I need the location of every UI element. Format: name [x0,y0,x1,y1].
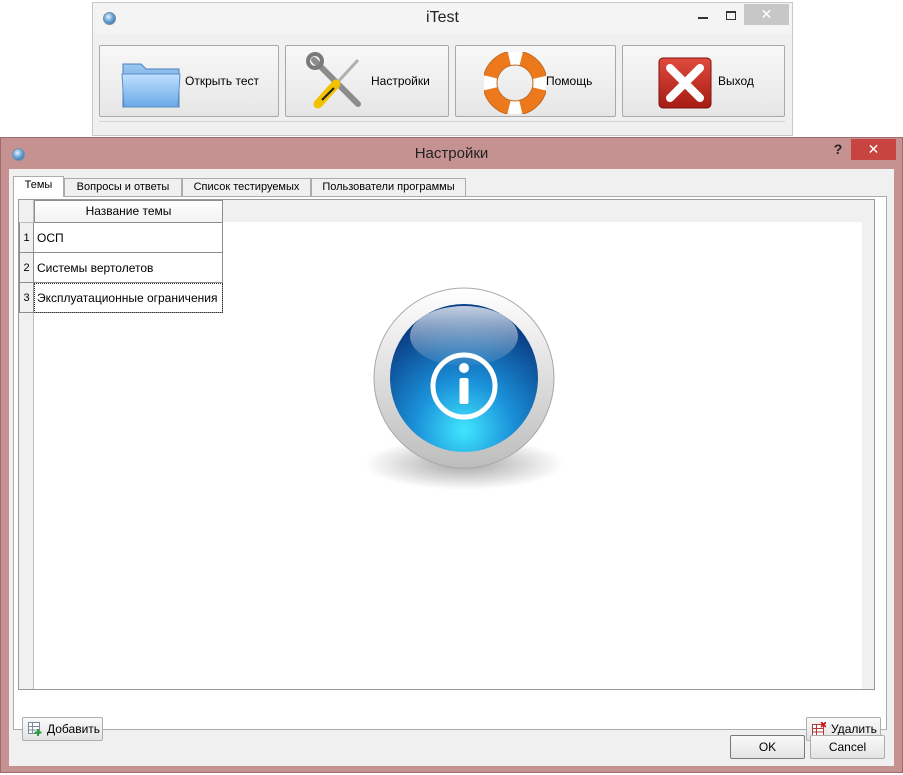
exit-x-icon [658,57,712,109]
open-test-label: Открыть тест [185,74,259,88]
table-row[interactable]: 3 Эксплуатационные ограничения [19,283,223,313]
row-number[interactable]: 3 [19,283,34,313]
main-titlebar: iTest ✕ [93,3,792,33]
grid-right-strip [862,200,874,689]
topics-tab-panel: Название темы 1 ОСП 2 Системы вертолетов… [13,196,887,741]
help-label: Помощь [546,74,593,88]
table-row[interactable]: 1 ОСП [19,223,223,253]
exit-label: Выход [718,74,754,88]
dialog-close-button[interactable]: ✕ [851,139,896,160]
ok-button[interactable]: OK [730,735,805,759]
dialog-title: Настройки [414,145,489,162]
minimize-icon [698,16,708,19]
add-button[interactable]: Добавить [22,717,103,741]
tab-program-users[interactable]: Пользователи программы [311,178,466,196]
main-window: iTest ✕ Открыть тест Настройки Помощь Вы… [92,2,793,136]
help-button[interactable]: Помощь [455,45,616,117]
tab-topics[interactable]: Темы [13,176,64,197]
topics-grid[interactable]: Название темы 1 ОСП 2 Системы вертолетов… [18,199,875,690]
tab-questions-answers[interactable]: Вопросы и ответы [64,178,182,196]
topic-name-cell[interactable]: Эксплуатационные ограничения [34,283,223,313]
dialog-help-button[interactable]: ? [829,141,847,161]
maximize-button[interactable] [717,5,745,27]
folder-icon [121,63,181,108]
table-row[interactable]: 2 Системы вертолетов [19,253,223,283]
dialog-body: Темы Вопросы и ответы Список тестируемых… [9,169,894,766]
tab-examinees-list[interactable]: Список тестируемых [182,178,311,196]
row-number[interactable]: 2 [19,253,34,283]
settings-dialog: Настройки ? ✕ Темы Вопросы и ответы Спис… [0,137,903,773]
info-icon [351,286,577,506]
main-statusbar [99,121,785,131]
add-row-icon [28,722,42,736]
column-header-topic-name[interactable]: Название темы [34,200,223,223]
open-test-button[interactable]: Открыть тест [99,45,279,117]
add-button-label: Добавить [47,722,101,736]
exit-button[interactable]: Выход [622,45,785,117]
cancel-button[interactable]: Cancel [810,735,885,759]
settings-button[interactable]: Настройки [285,45,449,117]
settings-label: Настройки [371,74,430,88]
grid-corner [19,200,34,223]
row-number[interactable]: 1 [19,223,34,253]
delete-row-icon [812,722,826,736]
tools-icon [306,52,361,109]
main-close-button[interactable]: ✕ [744,4,789,25]
main-window-title: iTest [426,9,459,26]
topic-name-cell[interactable]: Системы вертолетов [34,253,223,283]
minimize-button[interactable] [689,5,717,27]
maximize-icon [726,11,736,21]
lifebuoy-icon [484,52,546,114]
topic-name-cell[interactable]: ОСП [34,223,223,253]
